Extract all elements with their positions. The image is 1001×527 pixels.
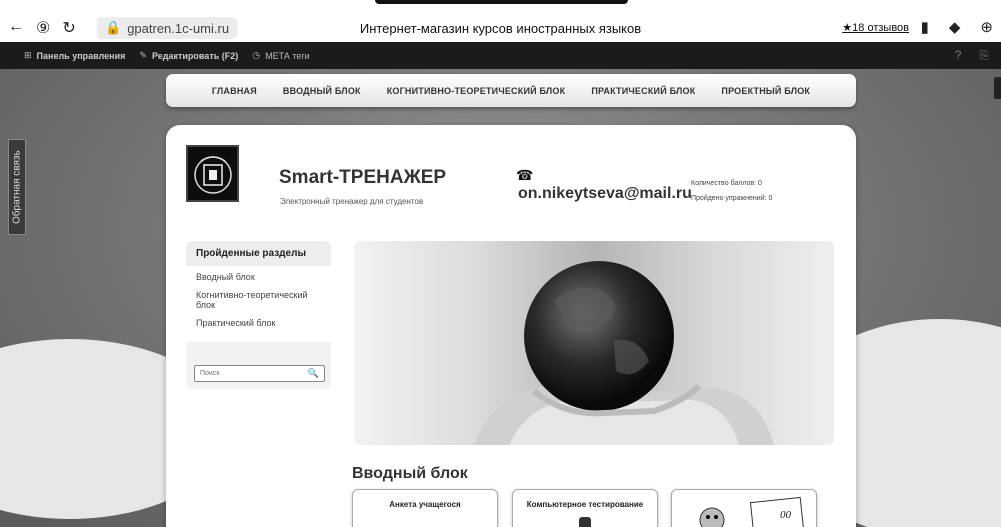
- nav-item-home[interactable]: ГЛАВНАЯ: [212, 86, 257, 96]
- protect-icon[interactable]: ◆: [949, 18, 961, 36]
- exit-icon[interactable]: ⎘: [979, 48, 989, 63]
- emblem-icon: [193, 155, 232, 194]
- side-handle[interactable]: [994, 77, 1001, 99]
- hero-image: [354, 241, 834, 445]
- sidebar-item-intro[interactable]: Вводный блок: [196, 272, 321, 282]
- search-box: 🔍: [194, 365, 325, 382]
- back-arrow-icon[interactable]: ←: [8, 18, 24, 38]
- card-cartoon[interactable]: 00: [671, 489, 817, 527]
- search-input[interactable]: [200, 370, 308, 377]
- user-stats: Количество баллов: 0 Пройдено упражнений…: [691, 176, 772, 206]
- browser-toolbar: ← ⑨ ↻ 🔒 gpatren.1c-umi.ru Интернет-магаз…: [0, 0, 1001, 42]
- nav-item-practical[interactable]: ПРАКТИЧЕСКИЙ БЛОК: [591, 86, 695, 96]
- reviews-link[interactable]: ★18 отзывов: [842, 21, 909, 34]
- sidebar-item-practical[interactable]: Практический блок: [196, 318, 321, 328]
- reload-icon[interactable]: ↻: [62, 18, 75, 38]
- tag-icon: ◷: [252, 50, 261, 60]
- admin-right-icons: ? ⎘: [955, 48, 989, 63]
- section-title: Вводный блок: [352, 465, 468, 482]
- card-title: Компьютерное тестирование: [526, 500, 644, 509]
- sidebar-title: Пройденные разделы: [186, 241, 331, 266]
- main-nav: ГЛАВНАЯ ВВОДНЫЙ БЛОК КОГНИТИВНО-ТЕОРЕТИЧ…: [166, 74, 856, 107]
- sidebar: Пройденные разделы Вводный блок Когнитив…: [186, 241, 331, 389]
- feedback-tab[interactable]: Обратная связь: [8, 139, 26, 235]
- nav-item-intro[interactable]: ВВОДНЫЙ БЛОК: [283, 86, 361, 96]
- site-logo[interactable]: [186, 145, 239, 202]
- meta-link[interactable]: ◷ МЕТА теги: [252, 50, 309, 61]
- globe-in-hands-image: [474, 261, 774, 445]
- site-tagline: Электронный тренажер для студентов: [280, 197, 424, 206]
- card-title: Анкета учащегося: [389, 500, 461, 509]
- svg-text:00: 00: [780, 509, 792, 521]
- address-bar[interactable]: 🔒 gpatren.1c-umi.ru: [97, 17, 238, 39]
- site-brand[interactable]: Smart-ТРЕНАЖЕР: [279, 167, 446, 189]
- search-icon[interactable]: 🔍: [308, 368, 319, 379]
- browser-right-icons: ▮ ◆ ⊕: [921, 18, 993, 36]
- sidebar-links: Вводный блок Когнитивно-теоретический бл…: [186, 266, 331, 342]
- help-icon[interactable]: ?: [955, 48, 962, 63]
- menu-icon[interactable]: ⊕: [980, 18, 993, 36]
- url-text: gpatren.1c-umi.ru: [127, 20, 230, 36]
- nav-item-project[interactable]: ПРОЕКТНЫЙ БЛОК: [721, 86, 810, 96]
- bookmark-icon[interactable]: ▮: [921, 18, 929, 36]
- admin-bar: ⊞ Панель управления ✎ Редактировать (F2)…: [0, 42, 1001, 69]
- cartoon-image: 00: [699, 496, 805, 527]
- lock-icon: 🔒: [105, 20, 122, 35]
- browser-nav-icons: ← ⑨ ↻: [8, 18, 76, 38]
- phone-icon: ☎: [516, 167, 534, 183]
- card-student-survey[interactable]: Анкета учащегося: [352, 489, 498, 527]
- grid-icon: ⊞: [24, 50, 32, 60]
- active-tab-indicator: [375, 0, 628, 4]
- content-panel: Smart-ТРЕНАЖЕР Электронный тренажер для …: [166, 125, 856, 527]
- edit-link[interactable]: ✎ Редактировать (F2): [139, 50, 238, 61]
- sidebar-item-cognitive[interactable]: Когнитивно-теоретический блок: [196, 290, 321, 310]
- score-count: Количество баллов: 0: [691, 180, 762, 187]
- computer-icon: [579, 517, 591, 527]
- exercises-done: Пройдено упражнений: 0: [691, 195, 773, 202]
- nav-item-cognitive[interactable]: КОГНИТИВНО-ТЕОРЕТИЧЕСКИЙ БЛОК: [387, 86, 566, 96]
- yandex-icon[interactable]: ⑨: [36, 18, 50, 38]
- card-computer-test[interactable]: Компьютерное тестирование: [512, 489, 658, 527]
- control-panel-link[interactable]: ⊞ Панель управления: [24, 50, 125, 61]
- site-background: Обратная связь ГЛАВНАЯ ВВОДНЫЙ БЛОК КОГН…: [0, 69, 1001, 527]
- contact-email[interactable]: on.nikeytseva@mail.ru: [518, 185, 692, 203]
- pencil-icon: ✎: [139, 50, 147, 60]
